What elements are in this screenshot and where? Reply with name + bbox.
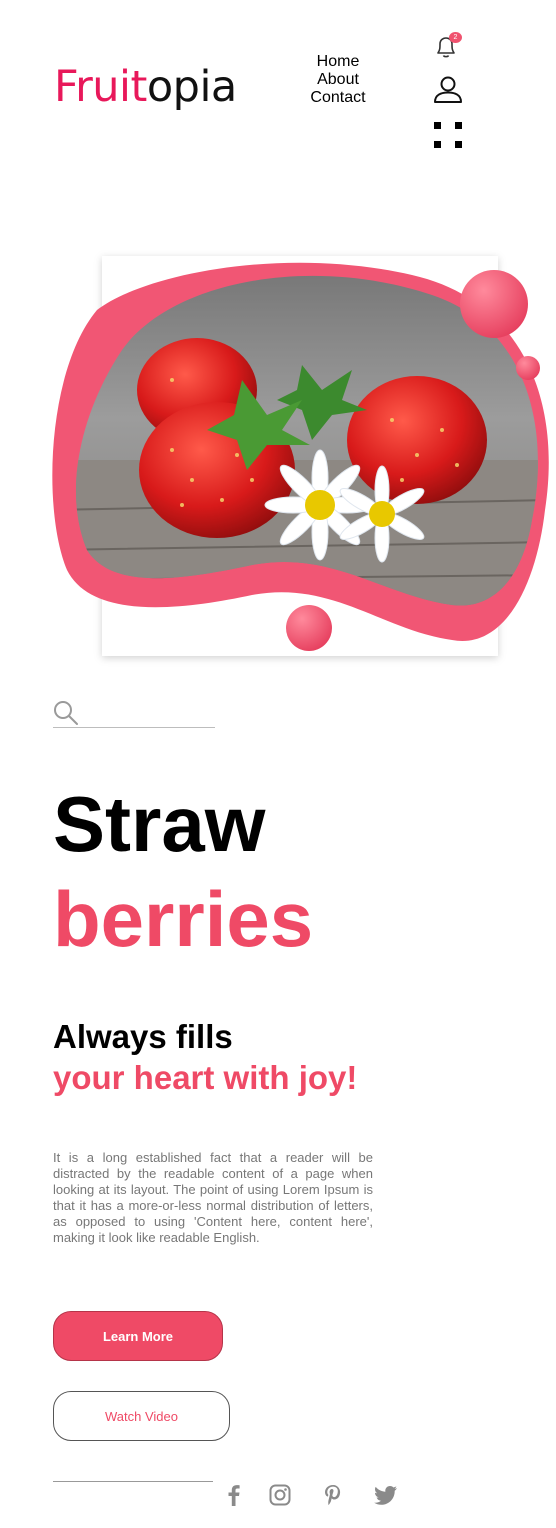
pinterest-icon[interactable]	[321, 1483, 345, 1507]
hero-description: It is a long established fact that a rea…	[53, 1150, 373, 1245]
main-nav: Home About Contact	[305, 53, 371, 107]
hero-title-line-1: Straw	[53, 780, 266, 868]
footer-divider	[53, 1481, 213, 1482]
instagram-icon[interactable]	[268, 1483, 292, 1507]
hero-subtitle-line-1: Always fills	[53, 1018, 233, 1055]
search-input[interactable]	[87, 702, 213, 724]
nav-item-contact[interactable]: Contact	[305, 89, 371, 107]
search-bar	[53, 698, 215, 728]
twitter-icon[interactable]	[374, 1483, 398, 1507]
hero-title-line-2: berries	[53, 875, 314, 963]
nav-item-home[interactable]: Home	[305, 53, 371, 71]
logo-part-1: Fruit	[54, 62, 147, 112]
user-icon[interactable]	[432, 75, 464, 105]
grid-menu-icon[interactable]	[434, 122, 463, 148]
facebook-icon[interactable]	[222, 1483, 246, 1507]
hero-strawberry-image	[52, 256, 549, 656]
notification-badge: 2	[449, 32, 462, 43]
hero-subtitle-line-2: your heart with joy!	[53, 1059, 358, 1096]
logo-part-2: opia	[146, 62, 237, 112]
nav-item-about[interactable]: About	[305, 71, 371, 89]
learn-more-button[interactable]: Learn More	[53, 1311, 223, 1361]
watch-video-button[interactable]: Watch Video	[53, 1391, 230, 1441]
search-icon[interactable]	[53, 700, 79, 726]
brand-logo[interactable]: Fruitopia	[54, 66, 237, 109]
